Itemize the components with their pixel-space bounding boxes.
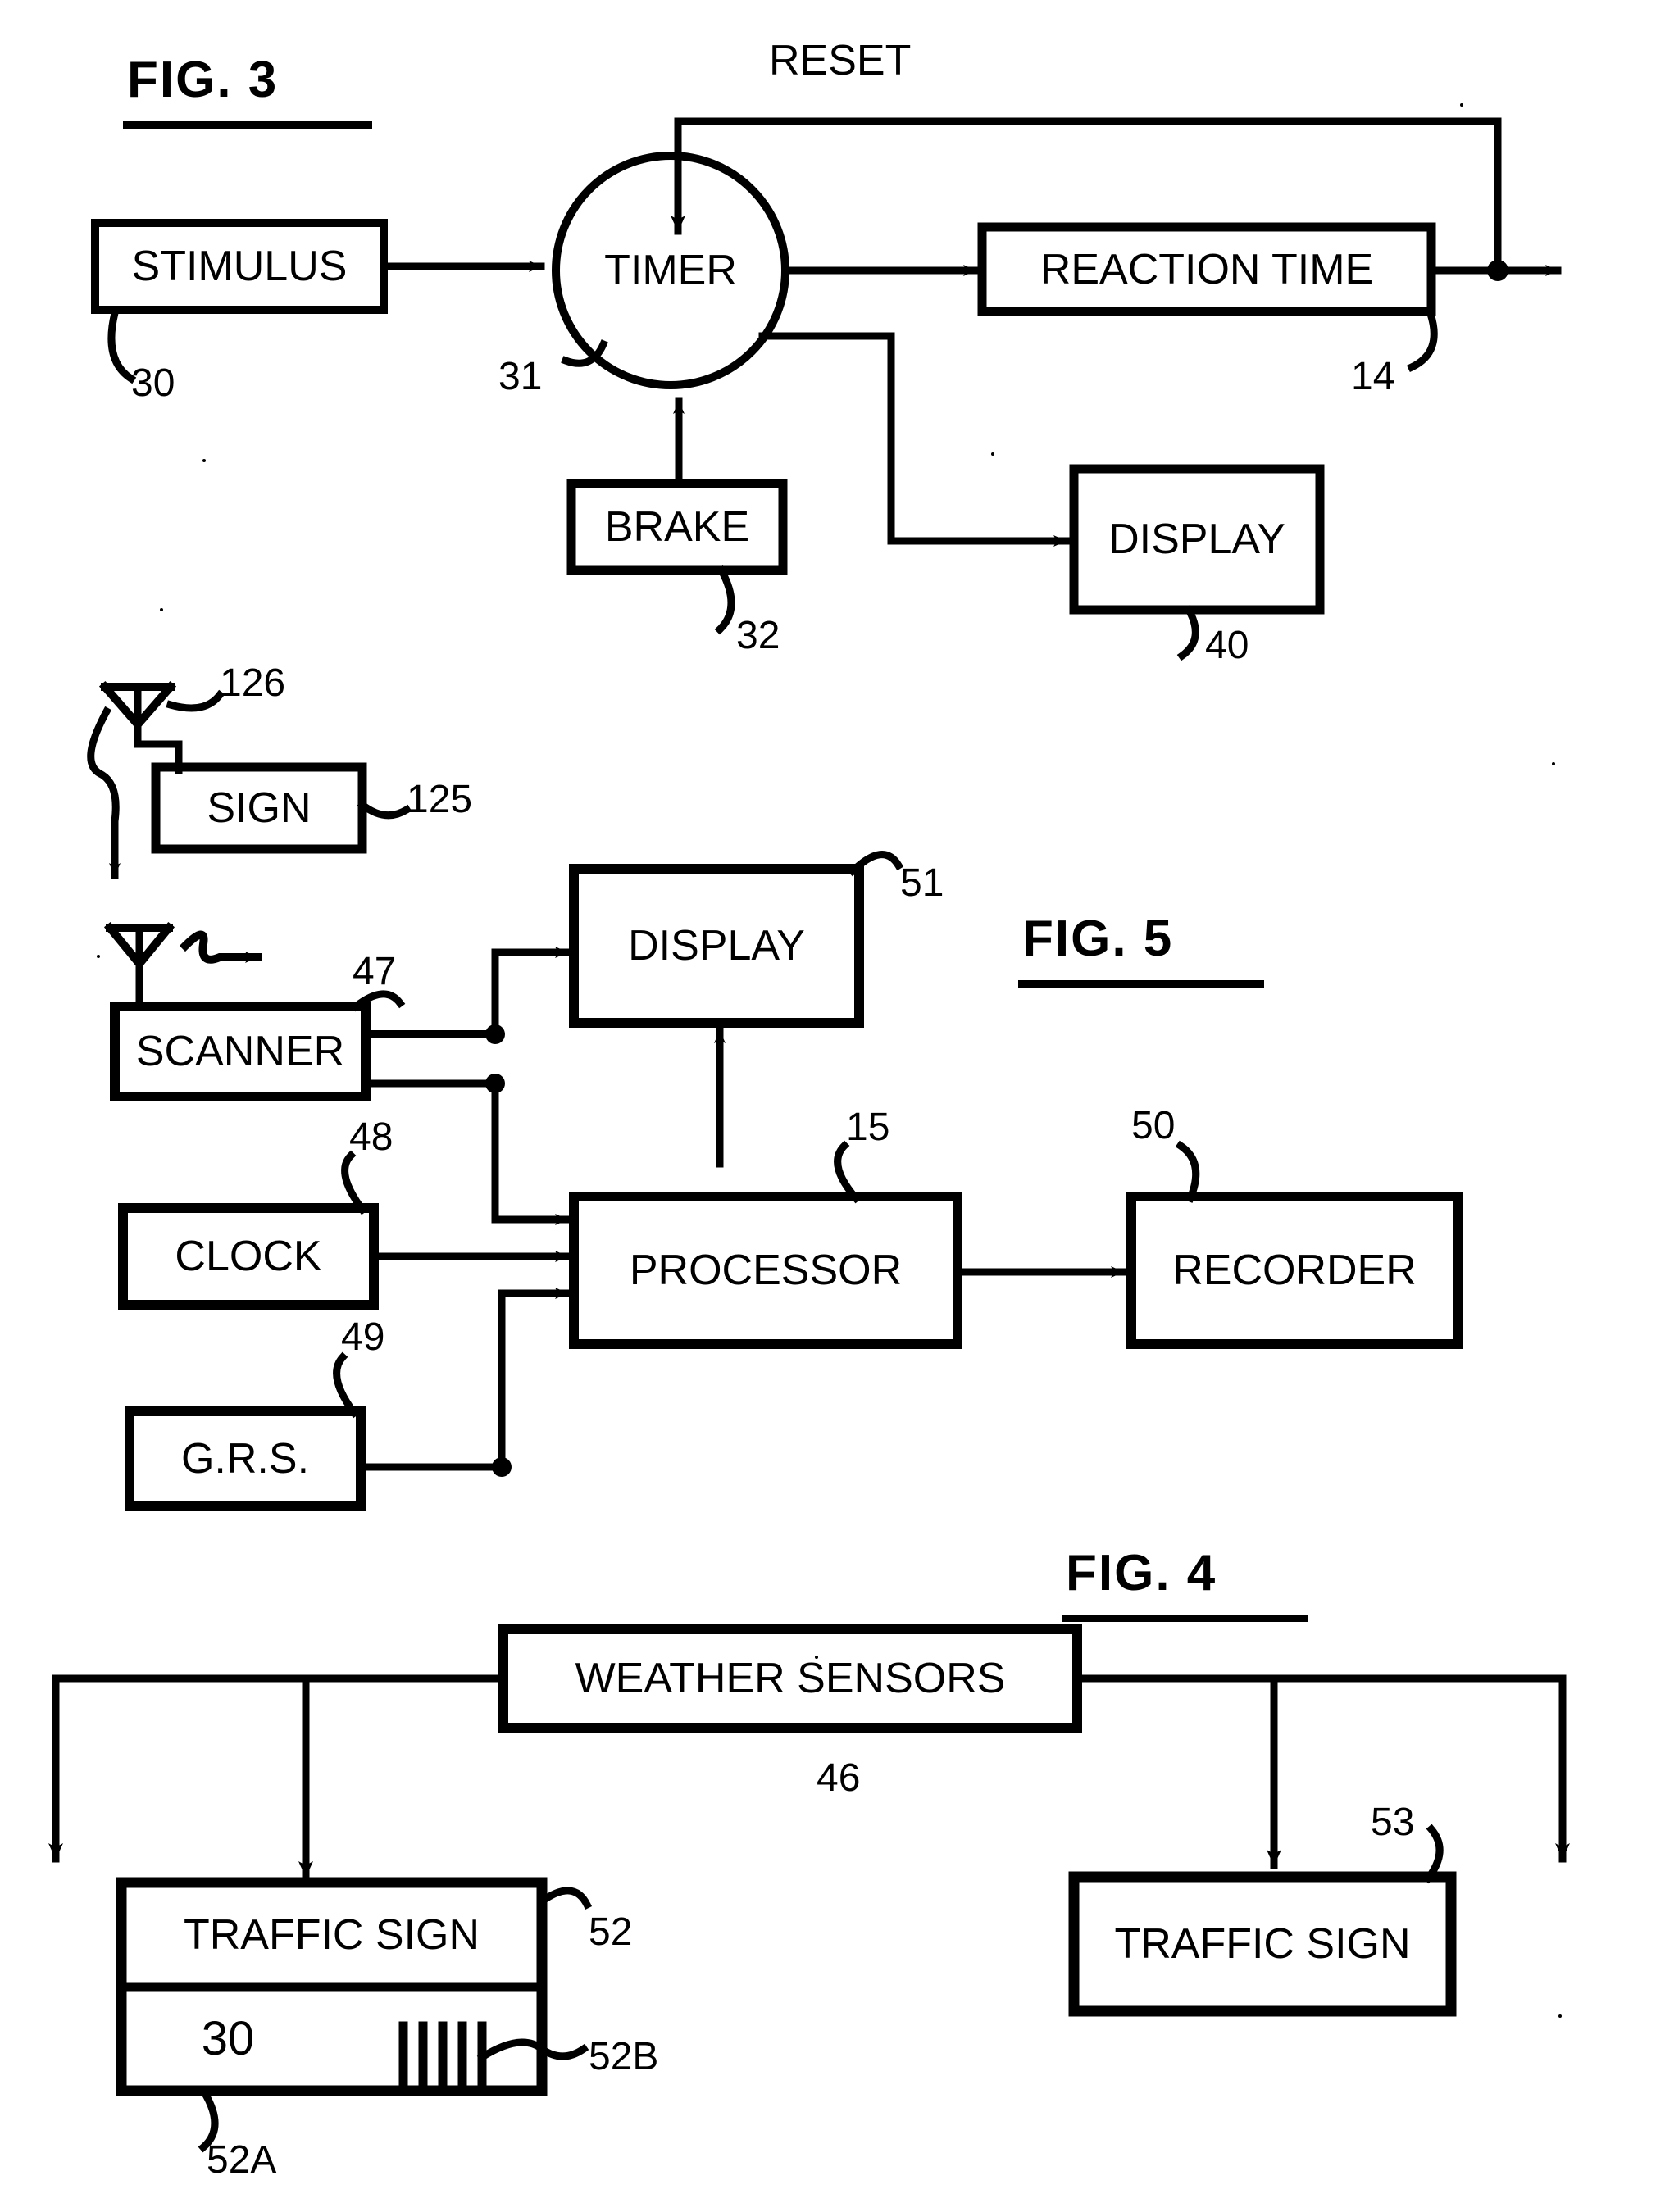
scan-speck <box>991 452 994 456</box>
wire-scanner-lower <box>362 1079 571 1225</box>
ref-52B-barcode: 52B <box>589 2035 659 2078</box>
leader-40 <box>1176 604 1199 661</box>
ref-30-stimulus: 30 <box>131 361 175 405</box>
clock-box <box>118 1203 379 1310</box>
ref-51-display: 51 <box>900 861 944 905</box>
fig5-title-underline <box>1018 980 1264 988</box>
leader-125 <box>357 799 412 820</box>
scan-speck <box>671 270 674 274</box>
scan-speck <box>97 955 100 958</box>
sign-box <box>151 762 367 854</box>
junction-dot-scanner-upper <box>485 1024 505 1044</box>
junction-dot-reaction-out <box>1487 260 1508 281</box>
wire-timer-display <box>758 332 1070 547</box>
wire-ws-left-bus <box>48 1674 507 1863</box>
junction-dot-grs-elbow <box>492 1457 512 1477</box>
leader-49 <box>333 1351 360 1419</box>
leader-15 <box>834 1140 862 1204</box>
wire-scanner-to-display51 <box>491 947 571 1038</box>
leader-32 <box>714 565 735 635</box>
display40-box <box>1069 464 1325 615</box>
scanner-box <box>110 1002 371 1101</box>
leader-53 <box>1422 1824 1444 1884</box>
traffic-sign-right-box <box>1068 1871 1457 2017</box>
leader-47 <box>350 990 406 1012</box>
reaction-time-box <box>977 222 1436 316</box>
processor-box <box>569 1192 962 1349</box>
scan-speck <box>1558 2014 1562 2018</box>
ref-52A-traffic-sign-left-lower: 52A <box>207 2138 277 2182</box>
ref-53-traffic-sign-right: 53 <box>1371 1801 1415 1844</box>
junction-dot-scanner-lower <box>485 1074 505 1093</box>
leader-52B <box>476 2038 589 2063</box>
diagram-vector-layer <box>48 117 1570 2153</box>
traffic-sign-barcode <box>398 2021 487 2087</box>
ref-50-recorder: 50 <box>1131 1104 1176 1147</box>
recorder-box <box>1126 1192 1463 1349</box>
leader-52 <box>536 1887 593 1910</box>
ref-48-clock: 48 <box>349 1115 394 1159</box>
leader-51 <box>847 851 904 877</box>
leader-48 <box>341 1150 368 1215</box>
ref-126-antenna: 126 <box>220 661 286 705</box>
grs-box <box>125 1406 366 1511</box>
broadcast-arrow-down <box>87 706 121 879</box>
fig5-title: FIG. 5 <box>1022 911 1174 967</box>
wire-ws-right-bus <box>1073 1674 1570 1863</box>
leader-50 <box>1175 1140 1200 1203</box>
ref-46-weather-sensors: 46 <box>817 1756 861 1800</box>
stimulus-box <box>91 219 388 314</box>
ref-31-timer: 31 <box>498 355 543 398</box>
scan-speck <box>202 459 206 462</box>
ref-14-reaction-time: 14 <box>1351 355 1395 398</box>
scan-speck <box>160 608 163 611</box>
fig3-title-underline <box>123 121 372 129</box>
reset-wire-label: RESET <box>769 37 912 84</box>
scanner-signal-squiggle <box>179 930 262 964</box>
fig4-title-underline <box>1062 1615 1308 1622</box>
patent-figure-sheet: FIG. 3 STIMULUS TIMER BRAKE REACTION TIM… <box>0 0 1665 2212</box>
display51-box <box>569 864 864 1028</box>
scan-speck <box>1552 762 1555 765</box>
brake-box <box>566 479 788 575</box>
fig4-title: FIG. 4 <box>1066 1545 1217 1601</box>
leader-126 <box>166 689 225 712</box>
wire-reset <box>671 117 1502 279</box>
weather-sensors-box <box>498 1624 1082 1733</box>
ref-125-sign: 125 <box>407 778 473 821</box>
leader-30 <box>107 308 137 384</box>
fig3-title: FIG. 3 <box>127 52 279 108</box>
ref-40-display: 40 <box>1205 624 1249 667</box>
ref-32-brake: 32 <box>736 614 780 657</box>
scan-speck <box>1460 103 1463 107</box>
ref-47-scanner: 47 <box>353 950 397 993</box>
ref-49-grs: 49 <box>341 1315 385 1359</box>
scan-speck <box>815 1656 818 1659</box>
ref-52-traffic-sign-left: 52 <box>589 1910 633 1954</box>
wire-grs-processor <box>357 1288 571 1471</box>
leader-14 <box>1407 309 1438 372</box>
ref-15-processor: 15 <box>846 1106 890 1149</box>
